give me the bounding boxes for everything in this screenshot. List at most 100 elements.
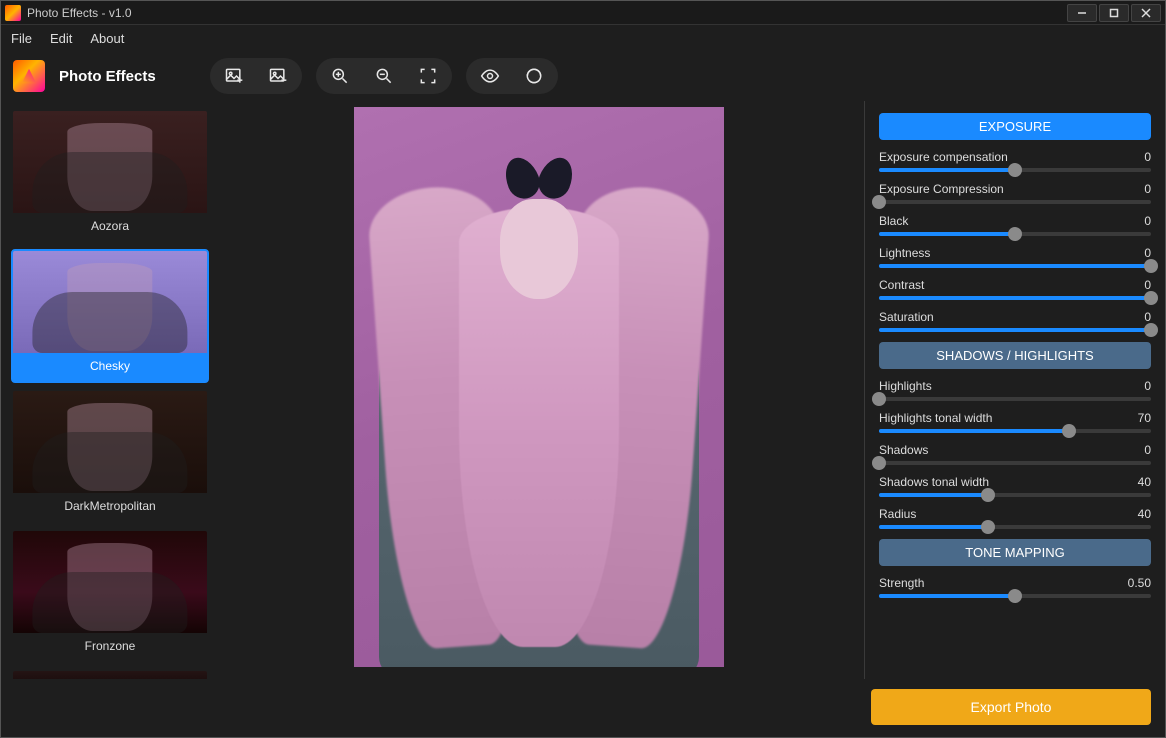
section-header-exposure[interactable]: EXPOSURE <box>879 113 1151 140</box>
slider-track[interactable] <box>879 168 1151 172</box>
menu-file[interactable]: File <box>11 31 32 46</box>
preset-thumbnail <box>13 251 207 353</box>
slider-handle[interactable] <box>1144 259 1158 273</box>
slider-value: 0 <box>1144 246 1151 260</box>
app-name: Photo Effects <box>59 68 156 85</box>
preset-label: DarkMetropolitan <box>13 493 207 521</box>
slider-value: 0 <box>1144 150 1151 164</box>
slider-shadows-4: Radius40 <box>879 507 1151 529</box>
slider-handle[interactable] <box>981 520 995 534</box>
preset-label: Aozora <box>13 213 207 241</box>
preset-fronzone[interactable]: Fronzone <box>11 529 209 663</box>
slider-handle[interactable] <box>1008 163 1022 177</box>
preset-label: Fronzone <box>13 633 207 661</box>
slider-exposure-2: Black 0 <box>879 214 1151 236</box>
refresh-button[interactable] <box>524 66 544 86</box>
fit-screen-button[interactable] <box>418 66 438 86</box>
slider-value: 0 <box>1144 278 1151 292</box>
preset-darkmetropolitan[interactable]: DarkMetropolitan <box>11 389 209 523</box>
preset-thumbnail <box>13 111 207 213</box>
preset-aozora[interactable]: Aozora <box>11 109 209 243</box>
slider-shadows-2: Shadows0 <box>879 443 1151 465</box>
slider-value: 0 <box>1144 214 1151 228</box>
preview-button[interactable] <box>480 66 500 86</box>
zoom-out-button[interactable] <box>374 66 394 86</box>
slider-track[interactable] <box>879 232 1151 236</box>
tool-group-image <box>210 58 302 94</box>
section-header-tone[interactable]: TONE MAPPING <box>879 539 1151 566</box>
slider-value: 0 <box>1144 182 1151 196</box>
preset-more[interactable] <box>11 669 209 679</box>
canvas-area <box>213 101 864 679</box>
app-badge-icon <box>13 60 45 92</box>
slider-handle[interactable] <box>981 488 995 502</box>
slider-fill <box>879 168 1015 172</box>
window-title: Photo Effects - v1.0 <box>27 6 1065 20</box>
export-button[interactable]: Export Photo <box>871 689 1151 725</box>
slider-shadows-0: Highlights 0 <box>879 379 1151 401</box>
slider-track[interactable] <box>879 200 1151 204</box>
slider-exposure-1: Exposure Compression0 <box>879 182 1151 204</box>
slider-fill <box>879 232 1015 236</box>
slider-track[interactable] <box>879 296 1151 300</box>
content-area: Aozora Chesky DarkMetropolitan Fronzone EXP… <box>1 101 1165 679</box>
slider-label: Highlights <box>879 379 932 393</box>
slider-fill <box>879 296 1151 300</box>
remove-image-button[interactable] <box>268 66 288 86</box>
slider-label: Shadows <box>879 443 928 457</box>
close-button[interactable] <box>1131 4 1161 22</box>
slider-track[interactable] <box>879 429 1151 433</box>
slider-track[interactable] <box>879 397 1151 401</box>
slider-handle[interactable] <box>1062 424 1076 438</box>
footer: Export Photo <box>1 679 1165 737</box>
slider-label: Strength <box>879 576 924 590</box>
slider-handle[interactable] <box>1144 323 1158 337</box>
slider-track[interactable] <box>879 328 1151 332</box>
minimize-button[interactable] <box>1067 4 1097 22</box>
preset-sidebar[interactable]: Aozora Chesky DarkMetropolitan Fronzone <box>1 101 213 679</box>
slider-handle[interactable] <box>1144 291 1158 305</box>
slider-label: Saturation <box>879 310 934 324</box>
slider-value: 0 <box>1144 379 1151 393</box>
maximize-button[interactable] <box>1099 4 1129 22</box>
titlebar: Photo Effects - v1.0 <box>1 1 1165 25</box>
slider-tone-0: Strength 0.50 <box>879 576 1151 598</box>
slider-handle[interactable] <box>872 195 886 209</box>
preset-thumbnail <box>13 391 207 493</box>
preset-chesky[interactable]: Chesky <box>11 249 209 383</box>
slider-track[interactable] <box>879 264 1151 268</box>
slider-shadows-3: Shadows tonal width40 <box>879 475 1151 497</box>
menu-edit[interactable]: Edit <box>50 31 72 46</box>
slider-value: 40 <box>1138 507 1151 521</box>
slider-fill <box>879 493 988 497</box>
tool-group-view <box>466 58 558 94</box>
slider-exposure-4: Contrast 0 <box>879 278 1151 300</box>
preset-label: Chesky <box>13 353 207 381</box>
slider-handle[interactable] <box>1008 227 1022 241</box>
slider-track[interactable] <box>879 461 1151 465</box>
slider-label: Lightness <box>879 246 930 260</box>
slider-fill <box>879 264 1151 268</box>
slider-exposure-3: Lightness 0 <box>879 246 1151 268</box>
slider-shadows-1: Highlights tonal width70 <box>879 411 1151 433</box>
slider-exposure-5: Saturation0 <box>879 310 1151 332</box>
slider-label: Exposure compensation <box>879 150 1008 164</box>
photo-preview[interactable] <box>354 107 724 667</box>
slider-value: 70 <box>1138 411 1151 425</box>
slider-label: Black <box>879 214 908 228</box>
controls-panel[interactable]: EXPOSUREExposure compensation0Exposure C… <box>865 101 1165 679</box>
zoom-in-button[interactable] <box>330 66 350 86</box>
slider-track[interactable] <box>879 525 1151 529</box>
tool-group-zoom <box>316 58 452 94</box>
add-image-button[interactable] <box>224 66 244 86</box>
slider-value: 0.50 <box>1128 576 1151 590</box>
section-header-shadows[interactable]: SHADOWS / HIGHLIGHTS <box>879 342 1151 369</box>
slider-track[interactable] <box>879 493 1151 497</box>
slider-handle[interactable] <box>872 392 886 406</box>
slider-fill <box>879 525 988 529</box>
slider-handle[interactable] <box>872 456 886 470</box>
menu-about[interactable]: About <box>90 31 124 46</box>
slider-label: Contrast <box>879 278 924 292</box>
slider-handle[interactable] <box>1008 589 1022 603</box>
slider-track[interactable] <box>879 594 1151 598</box>
